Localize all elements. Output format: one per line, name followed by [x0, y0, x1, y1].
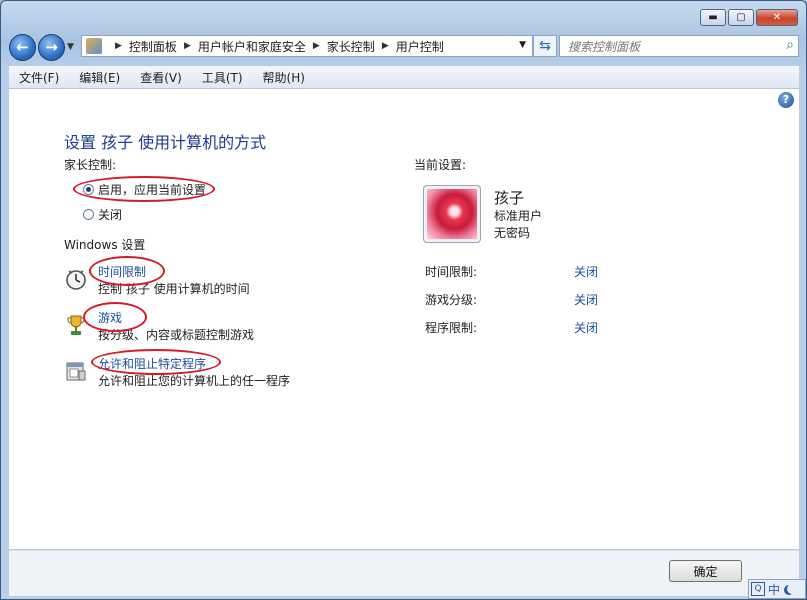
current-settings-label: 当前设置: [414, 158, 467, 172]
menu-view[interactable]: 查看(V) [130, 69, 192, 86]
address-bar[interactable]: ▶ 控制面板 ▶ 用户帐户和家庭安全 ▶ 家长控制 ▶ 用户控制 ▼ [81, 35, 533, 57]
avatar [423, 185, 481, 243]
user-type: 标准用户 [494, 209, 543, 223]
back-button[interactable]: ← [9, 34, 36, 61]
annotation-circle [91, 349, 221, 375]
status-key: 游戏分级: [425, 293, 478, 307]
caption-buttons: ▬ ▢ ✕ [700, 9, 798, 26]
refresh-button[interactable]: ⇆ [533, 35, 557, 57]
menu-edit[interactable]: 编辑(E) [69, 69, 130, 86]
menu-tools[interactable]: 工具(T) [192, 69, 253, 86]
chevron-right-icon[interactable]: ▶ [313, 41, 320, 51]
breadcrumb: ▶ 控制面板 ▶ 用户帐户和家庭安全 ▶ 家长控制 ▶ 用户控制 [108, 38, 444, 55]
user-picture [427, 189, 477, 239]
chevron-right-icon[interactable]: ▶ [184, 41, 191, 51]
radio-off-option[interactable]: 关闭 [83, 206, 122, 223]
menu-help[interactable]: 帮助(H) [253, 69, 315, 86]
ok-button[interactable]: 确定 [669, 560, 742, 582]
status-value: 关闭 [574, 265, 599, 279]
maximize-button[interactable]: ▢ [728, 9, 754, 26]
annotation-circle [73, 176, 215, 202]
status-value: 关闭 [574, 293, 599, 307]
clock-icon [66, 270, 86, 290]
chevron-right-icon[interactable]: ▶ [382, 41, 389, 51]
menu-file[interactable]: 文件(F) [9, 69, 69, 86]
ime-logo-icon[interactable]: Q [751, 582, 765, 596]
breadcrumb-control-panel[interactable]: 控制面板 [129, 38, 177, 55]
chevron-right-icon[interactable]: ▶ [115, 41, 122, 51]
radio-off-label[interactable]: 关闭 [98, 206, 122, 223]
search-icon[interactable]: ⌕ [786, 37, 794, 53]
breadcrumb-parental-controls[interactable]: 家长控制 [327, 38, 375, 55]
moon-icon[interactable] [787, 584, 797, 594]
windows-settings-label: Windows 设置 [64, 238, 146, 252]
status-key: 时间限制: [425, 265, 478, 279]
recent-pages-dropdown-icon[interactable]: ▼ [67, 42, 74, 52]
footer-bar: 确定 [9, 550, 799, 596]
radio-off-button[interactable] [83, 209, 94, 220]
search-input[interactable] [566, 37, 770, 57]
allow-block-programs-description: 允许和阻止您的计算机上的任一程序 [98, 374, 291, 388]
ime-language[interactable]: 中 [768, 581, 780, 598]
annotation-circle [83, 302, 147, 332]
status-value: 关闭 [574, 321, 599, 335]
status-key: 程序限制: [425, 321, 478, 335]
minimize-button[interactable]: ▬ [700, 9, 726, 26]
annotation-circle [89, 256, 165, 286]
control-panel-window: ▬ ▢ ✕ ← → ▼ ▶ 控制面板 ▶ 用户帐户和家庭安全 ▶ 家长控制 ▶ … [0, 0, 807, 600]
breadcrumb-user-accounts-family-safety[interactable]: 用户帐户和家庭安全 [198, 38, 306, 55]
page-title: 设置 孩子 使用计算机的方式 [64, 133, 267, 152]
close-button[interactable]: ✕ [756, 9, 798, 26]
search-box[interactable]: ⌕ [559, 35, 799, 57]
navigation-bar: ← → ▼ ▶ 控制面板 ▶ 用户帐户和家庭安全 ▶ 家长控制 ▶ 用户控制 ▼… [9, 34, 799, 61]
address-dropdown-icon[interactable]: ▼ [519, 40, 526, 50]
ime-toolbar[interactable]: Q 中 [748, 579, 806, 599]
control-panel-icon [86, 38, 102, 54]
content-pane: ? 设置 孩子 使用计算机的方式 家长控制: 启用，应用当前设置 关闭 Wind… [9, 89, 799, 549]
parental-controls-label: 家长控制: [64, 158, 117, 172]
menu-bar: 文件(F) 编辑(E) 查看(V) 工具(T) 帮助(H) [9, 66, 799, 89]
help-icon[interactable]: ? [778, 92, 794, 108]
program-icon [66, 362, 86, 381]
forward-button[interactable]: → [38, 34, 65, 61]
user-password-status: 无密码 [494, 226, 531, 240]
breadcrumb-user-controls[interactable]: 用户控制 [396, 38, 444, 55]
user-name: 孩子 [494, 189, 525, 207]
refresh-icon: ⇆ [539, 38, 551, 54]
